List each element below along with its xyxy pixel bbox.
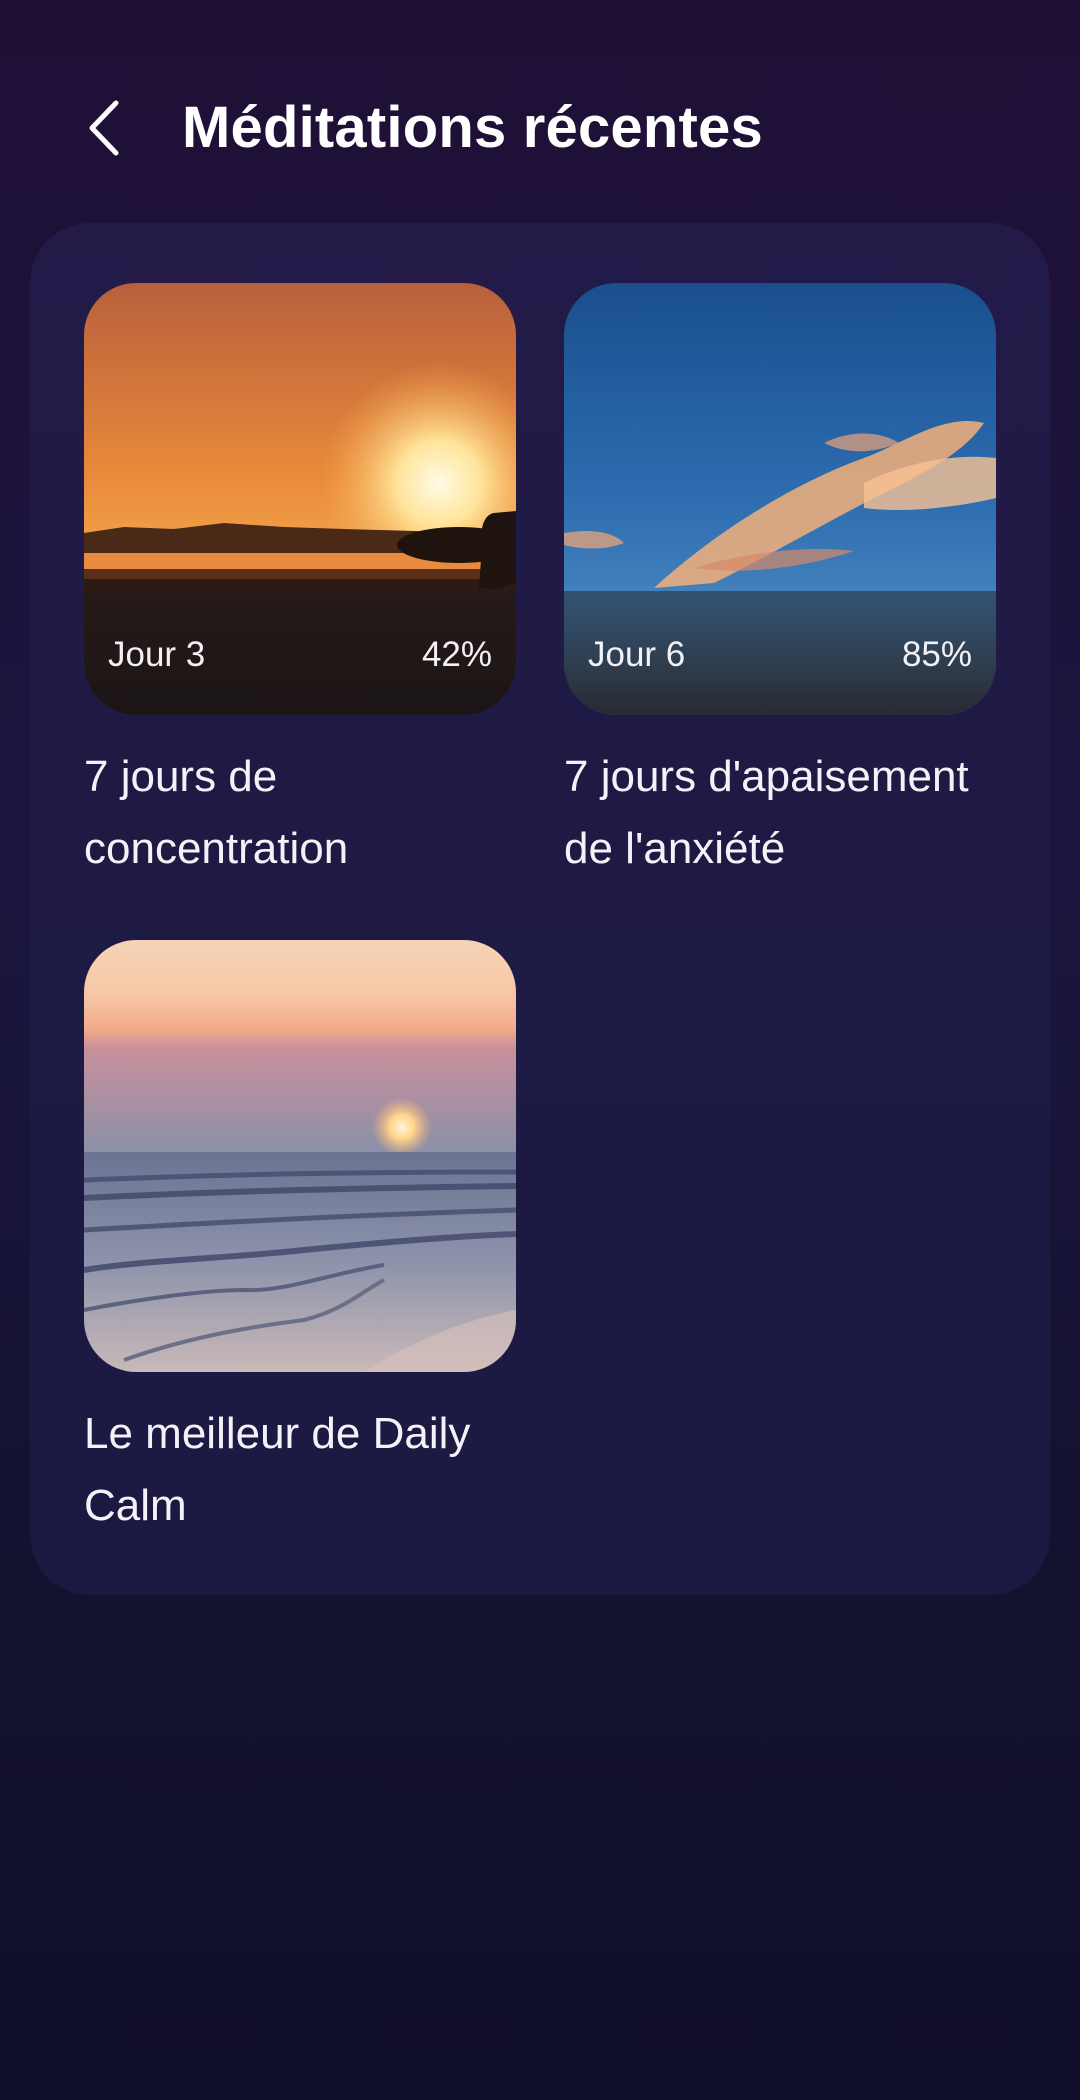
card-title: 7 jours d'apaisement de l'anxiété xyxy=(564,752,969,873)
chevron-left-icon xyxy=(89,100,119,156)
meditation-card-concentration[interactable]: Jour 3 42% 7 jours de concentration xyxy=(84,283,516,885)
meditation-card-anxiety[interactable]: Jour 6 85% 7 jours d'apaisement de l'anx… xyxy=(564,283,996,885)
back-button[interactable] xyxy=(70,88,142,168)
day-label: Jour 3 xyxy=(108,635,206,674)
card-thumbnail xyxy=(84,940,516,1372)
card-thumbnail: Jour 6 85% xyxy=(564,283,996,715)
card-thumbnail: Jour 3 42% xyxy=(84,283,516,715)
day-label: Jour 6 xyxy=(588,635,686,674)
card-title: Le meilleur de Daily Calm xyxy=(84,1409,471,1530)
page-title: Méditations récentes xyxy=(182,95,763,160)
progress-percent: 85% xyxy=(901,635,972,674)
card-title: 7 jours de concentration xyxy=(84,752,349,873)
header: Méditations récentes xyxy=(0,0,1080,220)
progress-percent: 42% xyxy=(421,635,492,674)
meditation-card-daily-calm[interactable]: Le meilleur de Daily Calm xyxy=(84,940,516,1542)
sunset-ocean-image xyxy=(84,940,516,1372)
recent-meditations-panel: Jour 3 42% 7 jours de concentration Jour… xyxy=(30,223,1050,1595)
